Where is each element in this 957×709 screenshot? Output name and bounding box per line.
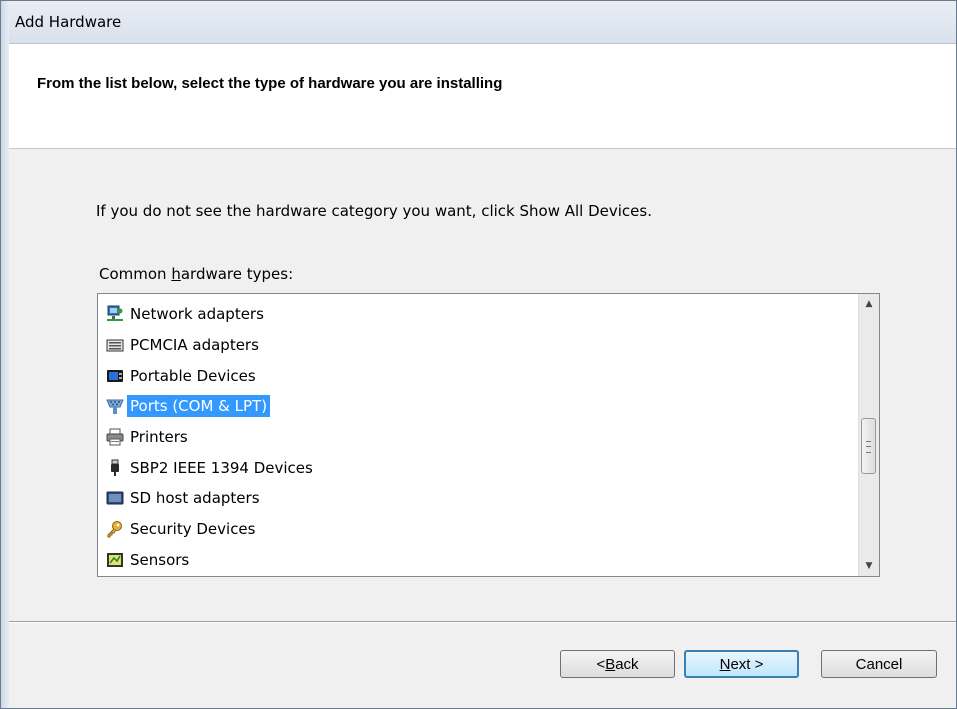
list-label: Common hardware types: bbox=[99, 265, 294, 283]
window-title: Add Hardware bbox=[15, 13, 122, 31]
grip-icon bbox=[866, 441, 871, 453]
back-button[interactable]: < Back bbox=[560, 650, 675, 678]
list-item-sensors[interactable]: Sensors bbox=[98, 545, 859, 576]
next-button[interactable]: Next > bbox=[684, 650, 799, 678]
list-item-ports[interactable]: Ports (COM & LPT) bbox=[98, 391, 859, 422]
wizard-header: From the list below, select the type of … bbox=[9, 44, 956, 149]
sensor-icon bbox=[106, 551, 124, 569]
list-item-network-adapters[interactable]: Network adapters bbox=[98, 299, 859, 330]
pcmcia-icon bbox=[106, 336, 124, 354]
list-item-label: Security Devices bbox=[130, 520, 256, 539]
vertical-scrollbar[interactable]: ▲ ▼ bbox=[858, 294, 879, 576]
list-item-label: Network adapters bbox=[130, 305, 264, 324]
window-frame-left bbox=[1, 1, 9, 708]
list-item-label: Ports (COM & LPT) bbox=[127, 395, 271, 418]
scroll-thumb[interactable] bbox=[861, 418, 876, 474]
list-item-portable-devices[interactable]: Portable Devices bbox=[98, 360, 859, 391]
list-item-label: PCMCIA adapters bbox=[130, 336, 259, 355]
title-bar[interactable]: Add Hardware bbox=[1, 1, 956, 44]
wizard-body: If you do not see the hardware category … bbox=[9, 149, 956, 708]
portable-device-icon bbox=[106, 367, 124, 385]
info-text: If you do not see the hardware category … bbox=[96, 202, 652, 220]
add-hardware-window: Add Hardware From the list below, select… bbox=[0, 0, 957, 709]
hardware-types-listbox[interactable]: Network adapters PCMCIA adapters Portabl… bbox=[97, 293, 880, 577]
sd-adapter-icon bbox=[106, 489, 124, 507]
list-item-pcmcia-adapters[interactable]: PCMCIA adapters bbox=[98, 330, 859, 361]
list-item-label: SD host adapters bbox=[130, 489, 260, 508]
port-icon bbox=[106, 397, 124, 415]
usb-plug-icon bbox=[106, 459, 124, 477]
list-item-label: Sensors bbox=[130, 550, 190, 569]
list-item-sd-host-adapters[interactable]: SD host adapters bbox=[98, 483, 859, 514]
network-adapter-icon bbox=[106, 305, 124, 323]
list-item-printers[interactable]: Printers bbox=[98, 422, 859, 453]
key-icon bbox=[106, 520, 124, 538]
list-item-label: Printers bbox=[130, 428, 188, 447]
list-items: Network adapters PCMCIA adapters Portabl… bbox=[98, 299, 859, 575]
list-item-label: SBP2 IEEE 1394 Devices bbox=[130, 458, 313, 477]
list-item-sbp2-devices[interactable]: SBP2 IEEE 1394 Devices bbox=[98, 452, 859, 483]
scroll-up-arrow-icon[interactable]: ▲ bbox=[859, 294, 879, 314]
printer-icon bbox=[106, 428, 124, 446]
footer-separator bbox=[9, 621, 956, 623]
cancel-button[interactable]: Cancel bbox=[821, 650, 937, 678]
scroll-down-arrow-icon[interactable]: ▼ bbox=[859, 556, 879, 576]
list-item-security-devices[interactable]: Security Devices bbox=[98, 514, 859, 545]
list-item-label: Portable Devices bbox=[130, 366, 256, 385]
header-instruction: From the list below, select the type of … bbox=[37, 75, 503, 92]
